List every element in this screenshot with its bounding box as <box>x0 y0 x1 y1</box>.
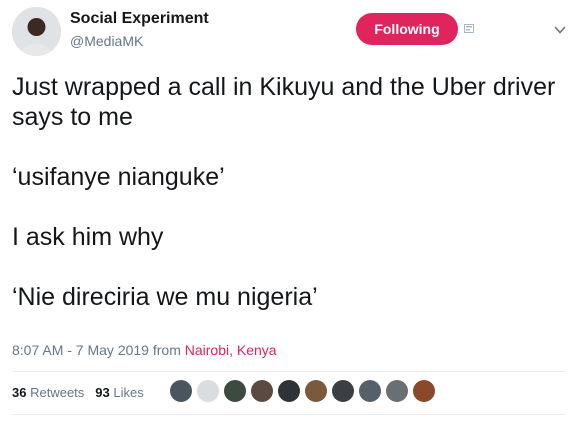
liker-avatar[interactable] <box>197 380 219 402</box>
liker-avatar[interactable] <box>251 380 273 402</box>
liker-avatar[interactable] <box>224 380 246 402</box>
badge-icon <box>464 24 474 33</box>
location-link[interactable]: Nairobi, Kenya <box>185 342 277 358</box>
liker-avatar[interactable] <box>386 380 408 402</box>
liker-avatar[interactable] <box>305 380 327 402</box>
tweet-line: ‘usifanye nianguke’ <box>12 163 225 191</box>
retweets-label: Retweets <box>30 385 85 400</box>
liker-avatar[interactable] <box>413 380 435 402</box>
tweet-card: Social Experiment @MediaMK Following Jus… <box>0 0 577 425</box>
divider <box>12 414 565 415</box>
liker-avatar[interactable] <box>359 380 381 402</box>
tweet-meta: 8:07 AM - 7 May 2019 from Nairobi, Kenya <box>12 342 277 358</box>
retweets-stat[interactable]: 36 Retweets <box>12 385 84 400</box>
from-label: from <box>152 342 181 358</box>
likes-label: Likes <box>113 385 144 400</box>
liker-avatar[interactable] <box>278 380 300 402</box>
likes-count: 93 <box>95 385 110 400</box>
tweet-stats: 36 Retweets 93 Likes <box>12 385 144 400</box>
tweet-text: Just wrapped a call in Kikuyu and the Ub… <box>12 72 562 342</box>
liker-avatar[interactable] <box>332 380 354 402</box>
tweet-line: I ask him why <box>12 223 164 251</box>
tweet-line: ‘Nie direciria we mu nigeria’ <box>12 283 318 311</box>
liker-avatar[interactable] <box>170 380 192 402</box>
divider <box>12 371 565 372</box>
timestamp[interactable]: 8:07 AM - 7 May 2019 <box>12 342 149 358</box>
display-name[interactable]: Social Experiment <box>70 10 209 28</box>
user-handle[interactable]: @MediaMK <box>70 33 143 49</box>
tweet-line: Just wrapped a call in Kikuyu and the Ub… <box>12 73 556 131</box>
avatar[interactable] <box>12 7 61 56</box>
retweets-count: 36 <box>12 385 27 400</box>
following-button[interactable]: Following <box>356 13 458 45</box>
liker-avatars <box>170 380 440 402</box>
likes-stat[interactable]: 93 Likes <box>95 385 143 400</box>
chevron-down-icon[interactable] <box>554 26 566 34</box>
